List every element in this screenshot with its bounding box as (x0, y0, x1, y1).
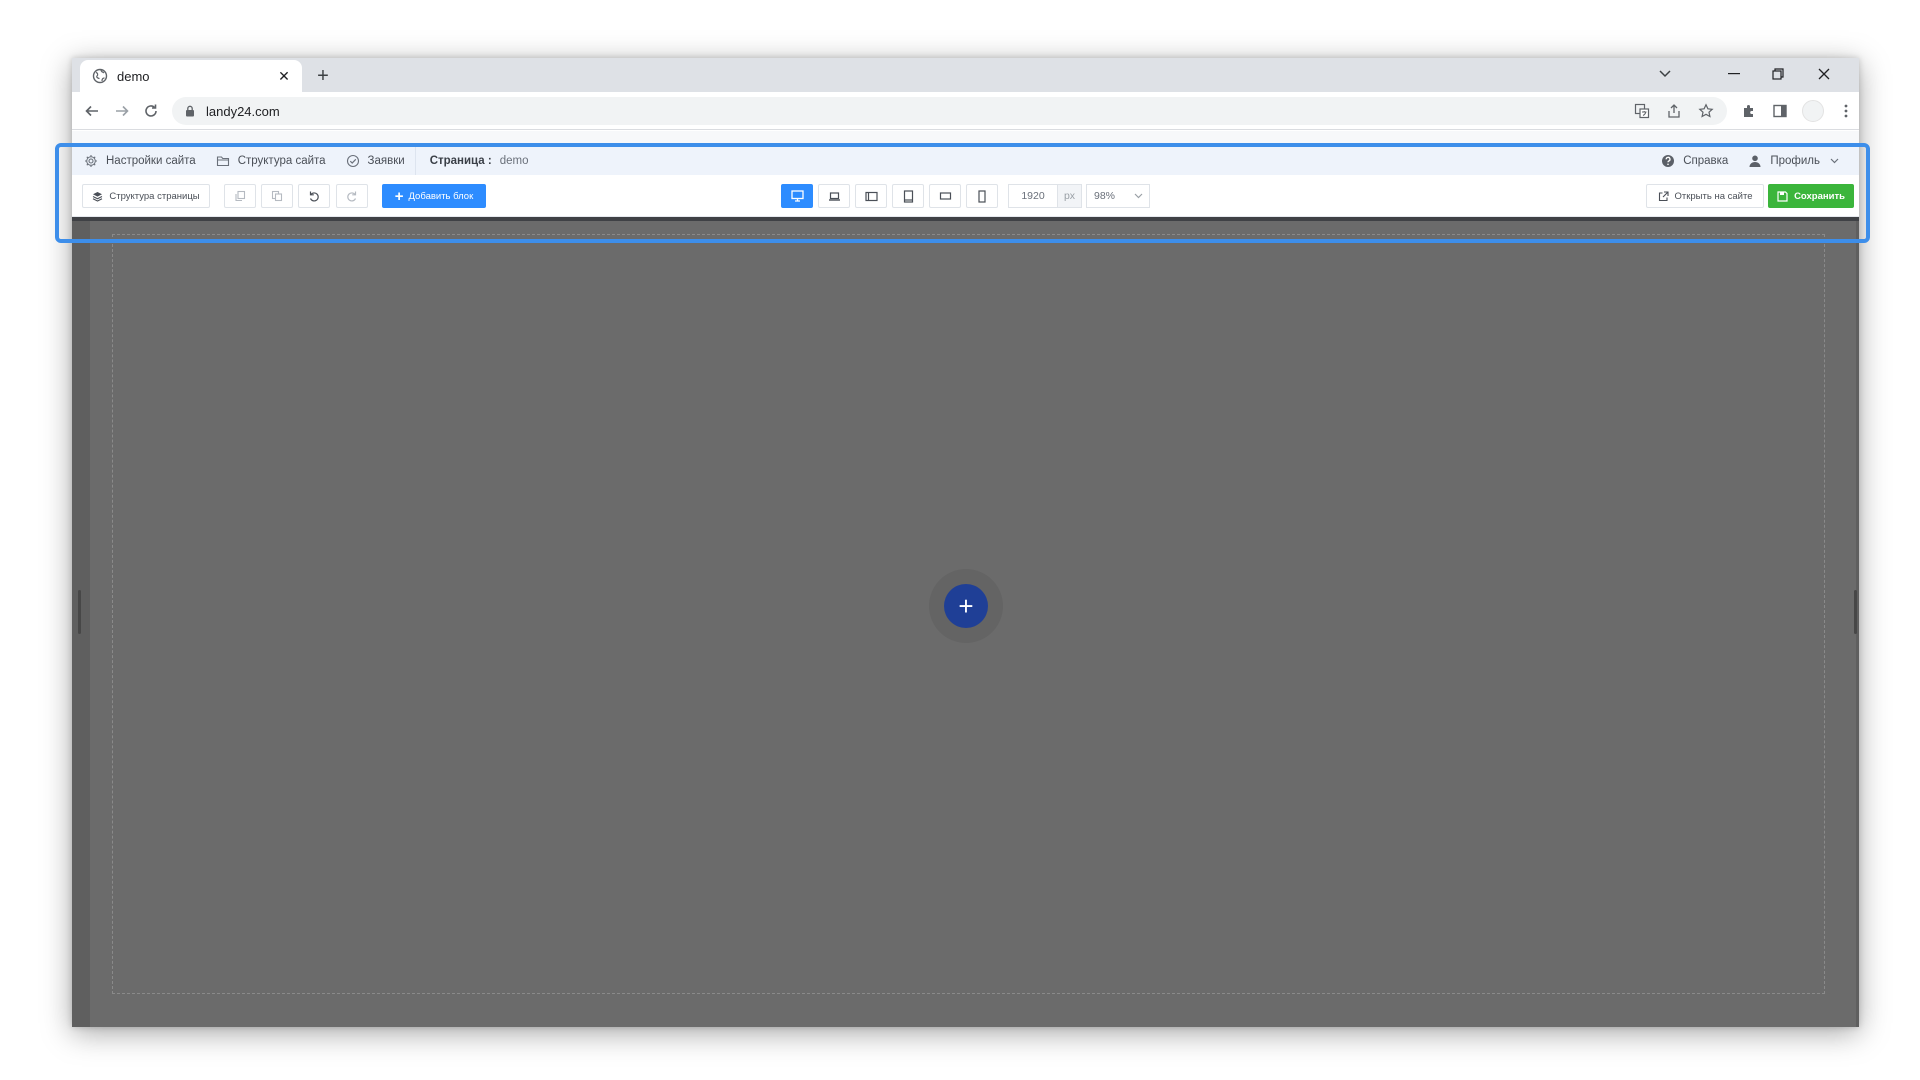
copy-icon (234, 190, 246, 202)
canvas-top-strip (72, 217, 1859, 221)
browser-tab[interactable]: demo ✕ (80, 60, 302, 92)
browser-toolbar: landy24.com (72, 92, 1859, 130)
menu-profile-label: Профиль (1770, 154, 1820, 167)
laptop-icon (828, 191, 841, 202)
floppy-save-icon (1777, 190, 1788, 202)
device-laptop-button[interactable] (818, 184, 850, 208)
globe-icon (92, 68, 108, 84)
kebab-menu-icon[interactable] (1837, 102, 1855, 120)
menu-site-settings-label: Настройки сайта (106, 154, 196, 167)
new-tab-button[interactable]: + (312, 65, 334, 87)
width-input-group: 1920 px (1008, 184, 1082, 208)
lock-icon (184, 105, 196, 117)
tab-strip: demo ✕ + (72, 58, 1859, 92)
paste-icon (271, 190, 283, 202)
right-resize-handle[interactable] (1854, 590, 1857, 634)
web-page: Настройки сайта Структура сайта Заявки С… (72, 131, 1859, 1027)
browser-actions (1740, 97, 1855, 125)
left-resize-handle[interactable] (78, 590, 81, 634)
address-bar[interactable]: landy24.com (172, 97, 1727, 125)
forward-arrow-icon[interactable] (110, 99, 134, 123)
menu-right-group: Справка Профиль (1651, 146, 1859, 175)
canvas-left-gutter (72, 221, 90, 1027)
menu-site-structure-label: Структура сайта (237, 154, 326, 167)
zoom-select[interactable]: 98% (1086, 184, 1150, 208)
external-link-icon (1658, 190, 1669, 202)
folder-icon (216, 154, 230, 168)
page-structure-label: Структура страницы (109, 190, 200, 202)
redo-icon (346, 190, 358, 202)
check-circle-icon (346, 154, 360, 168)
extensions-puzzle-icon[interactable] (1740, 102, 1758, 120)
add-block-button[interactable]: + Добавить блок (382, 184, 486, 208)
menu-site-structure[interactable]: Структура сайта (206, 146, 336, 175)
device-phone-landscape-button[interactable] (929, 184, 961, 208)
tab-search-icon[interactable] (1643, 58, 1687, 90)
device-tablet-portrait-button[interactable] (892, 184, 924, 208)
menu-requests[interactable]: Заявки (336, 146, 415, 175)
minimize-button[interactable] (1712, 58, 1756, 90)
page-label: Страница : (429, 154, 492, 167)
zoom-value: 98% (1094, 190, 1116, 202)
tab-close-icon[interactable]: ✕ (276, 68, 292, 84)
open-on-site-label: Открыть на сайте (1674, 190, 1753, 202)
current-page-indicator: Страница : demo (416, 146, 539, 175)
page-name: demo (499, 154, 529, 167)
close-window-button[interactable] (1802, 58, 1846, 90)
user-icon (1748, 154, 1762, 168)
plus-icon: + (394, 187, 404, 205)
profile-avatar[interactable] (1802, 100, 1824, 122)
translate-icon[interactable] (1633, 102, 1651, 120)
browser-window: demo ✕ + landy24.com Настройки сайта Стр… (72, 58, 1859, 1027)
paste-button[interactable] (261, 184, 293, 208)
reload-icon[interactable] (139, 99, 163, 123)
phone-landscape-icon (939, 191, 952, 201)
menu-site-settings[interactable]: Настройки сайта (72, 146, 206, 175)
menu-help-label: Справка (1683, 154, 1729, 167)
gear-icon (84, 154, 98, 168)
side-panel-icon[interactable] (1771, 102, 1789, 120)
menu-profile[interactable]: Профиль (1738, 146, 1859, 175)
page-canvas: + (72, 217, 1859, 1027)
add-block-plus-button[interactable]: + (944, 584, 988, 628)
help-icon (1661, 154, 1675, 168)
menu-help[interactable]: Справка (1651, 146, 1738, 175)
tab-title: demo (117, 68, 150, 84)
undo-icon (308, 190, 320, 202)
chevron-down-icon (1830, 158, 1839, 164)
tablet-portrait-icon (903, 189, 914, 203)
page-structure-button[interactable]: Структура страницы (82, 184, 210, 208)
menu-requests-label: Заявки (367, 154, 405, 167)
redo-button[interactable] (336, 184, 368, 208)
tablet-landscape-icon (864, 191, 878, 202)
back-arrow-icon[interactable] (80, 99, 104, 123)
editor-menu-bar: Настройки сайта Структура сайта Заявки С… (72, 145, 1859, 175)
zoom-chevron-down-icon (1134, 193, 1143, 199)
width-unit: px (1057, 185, 1081, 207)
desktop-icon (790, 190, 804, 202)
open-on-site-button[interactable]: Открыть на сайте (1646, 184, 1764, 208)
save-button[interactable]: Сохранить (1768, 184, 1854, 208)
device-phone-portrait-button[interactable] (966, 184, 998, 208)
phone-portrait-icon (977, 189, 987, 203)
width-input[interactable]: 1920 (1009, 190, 1057, 202)
layers-icon (92, 191, 103, 202)
save-label: Сохранить (1794, 190, 1845, 202)
editor-toolbar: Структура страницы + Добавить блок 1920 … (72, 175, 1859, 217)
add-block-label: Добавить блок (408, 190, 474, 202)
device-tablet-landscape-button[interactable] (855, 184, 887, 208)
omnibox-actions (1633, 97, 1715, 125)
copy-button[interactable] (224, 184, 256, 208)
restore-button[interactable] (1756, 58, 1800, 90)
bookmark-star-icon[interactable] (1697, 102, 1715, 120)
share-icon[interactable] (1665, 102, 1683, 120)
undo-button[interactable] (298, 184, 330, 208)
url-text: landy24.com (206, 103, 280, 119)
device-desktop-button[interactable] (781, 184, 813, 208)
